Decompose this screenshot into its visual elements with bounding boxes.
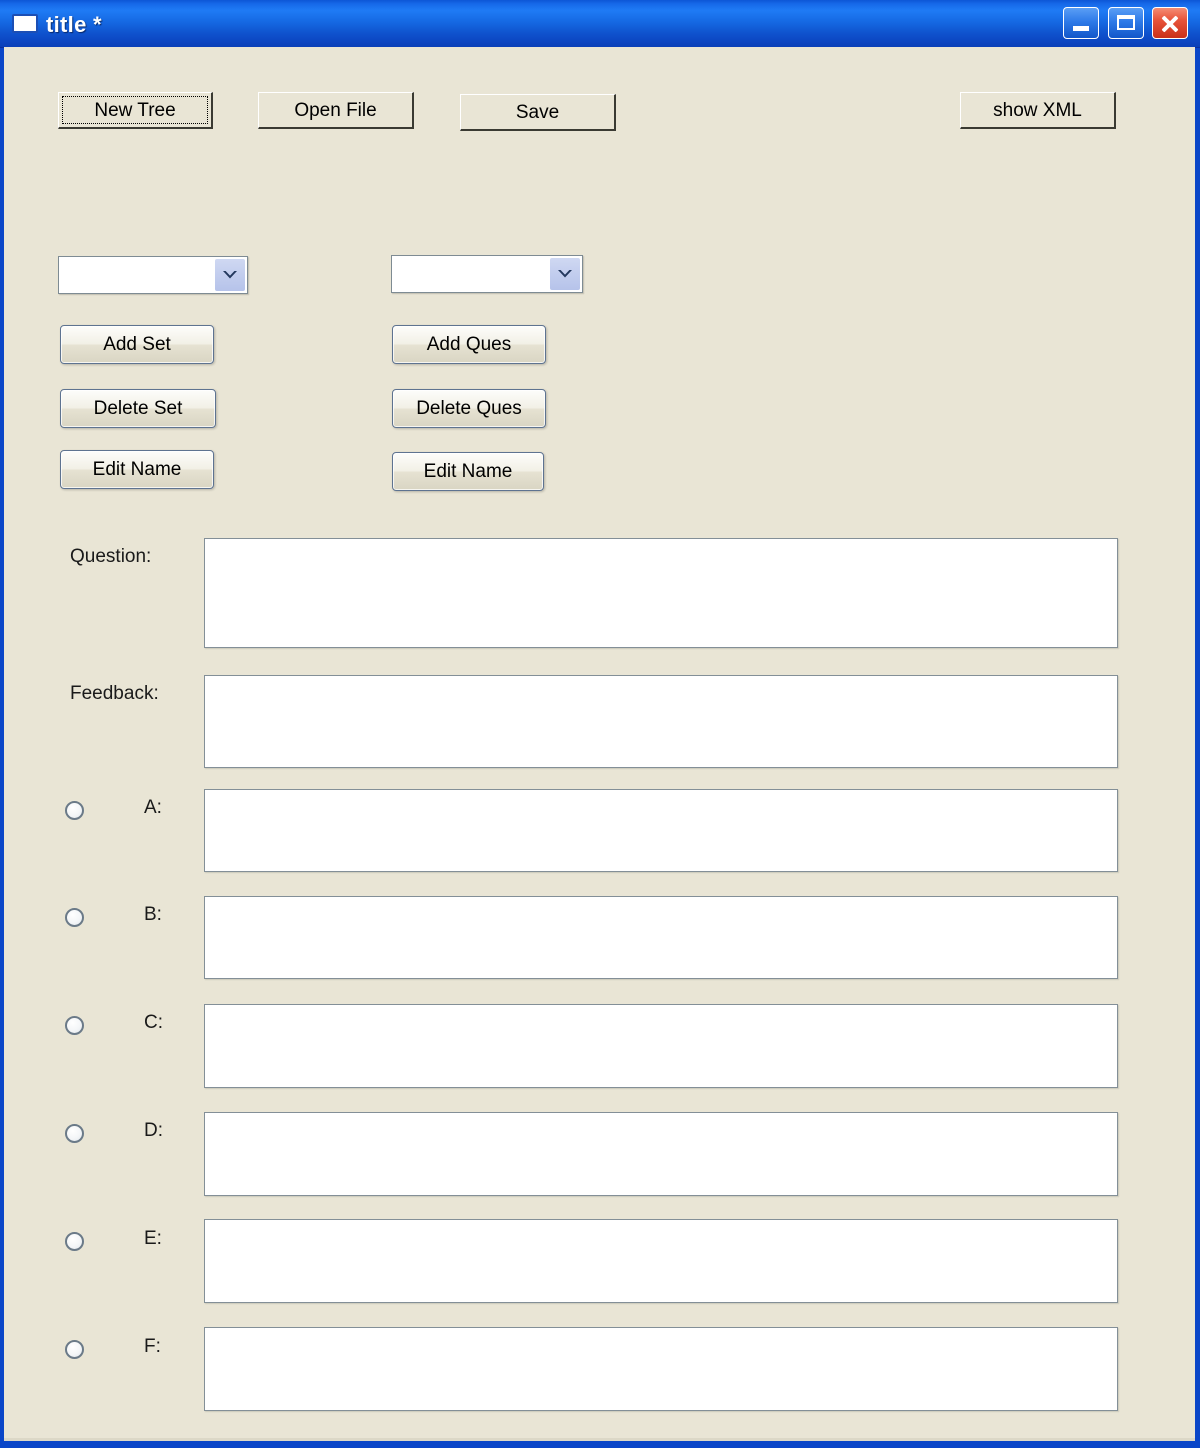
- open-file-button-label: Open File: [294, 99, 377, 121]
- answer-label-d: D:: [144, 1120, 163, 1141]
- show-xml-button[interactable]: show XML: [960, 92, 1116, 129]
- answer-input-b-value: [205, 897, 1117, 905]
- feedback-input[interactable]: [204, 675, 1118, 768]
- answer-input-e-value: [205, 1220, 1117, 1228]
- question-input[interactable]: [204, 538, 1118, 648]
- edit-set-name-button[interactable]: Edit Name: [60, 450, 214, 489]
- answer-radio-a[interactable]: [65, 801, 84, 820]
- window-title: title *: [46, 12, 102, 37]
- answer-input-f[interactable]: [204, 1327, 1118, 1411]
- save-button[interactable]: Save: [460, 94, 616, 131]
- answer-input-c-value: [205, 1005, 1117, 1013]
- answer-radio-b[interactable]: [65, 908, 84, 927]
- delete-set-button-label: Delete Set: [93, 397, 183, 419]
- answer-input-e[interactable]: [204, 1219, 1118, 1303]
- answer-radio-f[interactable]: [65, 1340, 84, 1359]
- delete-set-button[interactable]: Delete Set: [60, 389, 216, 428]
- question-label: Question:: [70, 546, 152, 567]
- window-bottom-edge: [4, 1438, 1195, 1441]
- question-input-value: [205, 539, 1117, 547]
- answer-label-c: C:: [144, 1012, 163, 1033]
- question-combobox[interactable]: [391, 255, 583, 293]
- save-button-label: Save: [515, 101, 560, 123]
- delete-question-button-label: Delete Ques: [416, 397, 522, 419]
- answer-radio-d[interactable]: [65, 1124, 84, 1143]
- add-set-button-label: Add Set: [103, 333, 171, 355]
- new-tree-button-label: New Tree: [94, 99, 176, 121]
- answer-input-b[interactable]: [204, 896, 1118, 979]
- minimize-button[interactable]: [1063, 7, 1099, 39]
- window-icon: [12, 14, 38, 33]
- set-combobox[interactable]: [58, 256, 248, 294]
- add-set-button[interactable]: Add Set: [60, 325, 214, 364]
- edit-question-name-button[interactable]: Edit Name: [392, 452, 544, 491]
- feedback-input-value: [205, 676, 1117, 684]
- answer-input-c[interactable]: [204, 1004, 1118, 1088]
- answer-label-b: B:: [144, 904, 162, 925]
- answer-label-a: A:: [144, 797, 162, 818]
- edit-question-name-button-label: Edit Name: [423, 460, 513, 482]
- answer-input-d-value: [205, 1113, 1117, 1121]
- answer-input-a[interactable]: [204, 789, 1118, 872]
- title-bar[interactable]: title *: [0, 0, 1200, 48]
- add-question-button[interactable]: Add Ques: [392, 325, 546, 364]
- answer-radio-e[interactable]: [65, 1232, 84, 1251]
- client-area: New Tree Open File Save show XML Add Set…: [4, 47, 1195, 1441]
- show-xml-button-label: show XML: [993, 99, 1082, 121]
- answer-input-f-value: [205, 1328, 1117, 1336]
- answer-radio-c[interactable]: [65, 1016, 84, 1035]
- answer-label-f: F:: [144, 1336, 161, 1357]
- application-window: title * New Tree Open File Save show XML: [0, 0, 1200, 1448]
- open-file-button[interactable]: Open File: [258, 92, 414, 129]
- maximize-button[interactable]: [1108, 7, 1144, 39]
- edit-set-name-button-label: Edit Name: [92, 458, 182, 480]
- feedback-label: Feedback:: [70, 683, 159, 704]
- answer-label-e: E:: [144, 1228, 162, 1249]
- close-button[interactable]: [1152, 7, 1188, 39]
- add-question-button-label: Add Ques: [426, 333, 512, 355]
- delete-question-button[interactable]: Delete Ques: [392, 389, 546, 428]
- chevron-down-icon[interactable]: [215, 259, 245, 291]
- answer-input-d[interactable]: [204, 1112, 1118, 1196]
- answer-input-a-value: [205, 790, 1117, 798]
- new-tree-button[interactable]: New Tree: [58, 92, 213, 129]
- chevron-down-icon[interactable]: [550, 258, 580, 290]
